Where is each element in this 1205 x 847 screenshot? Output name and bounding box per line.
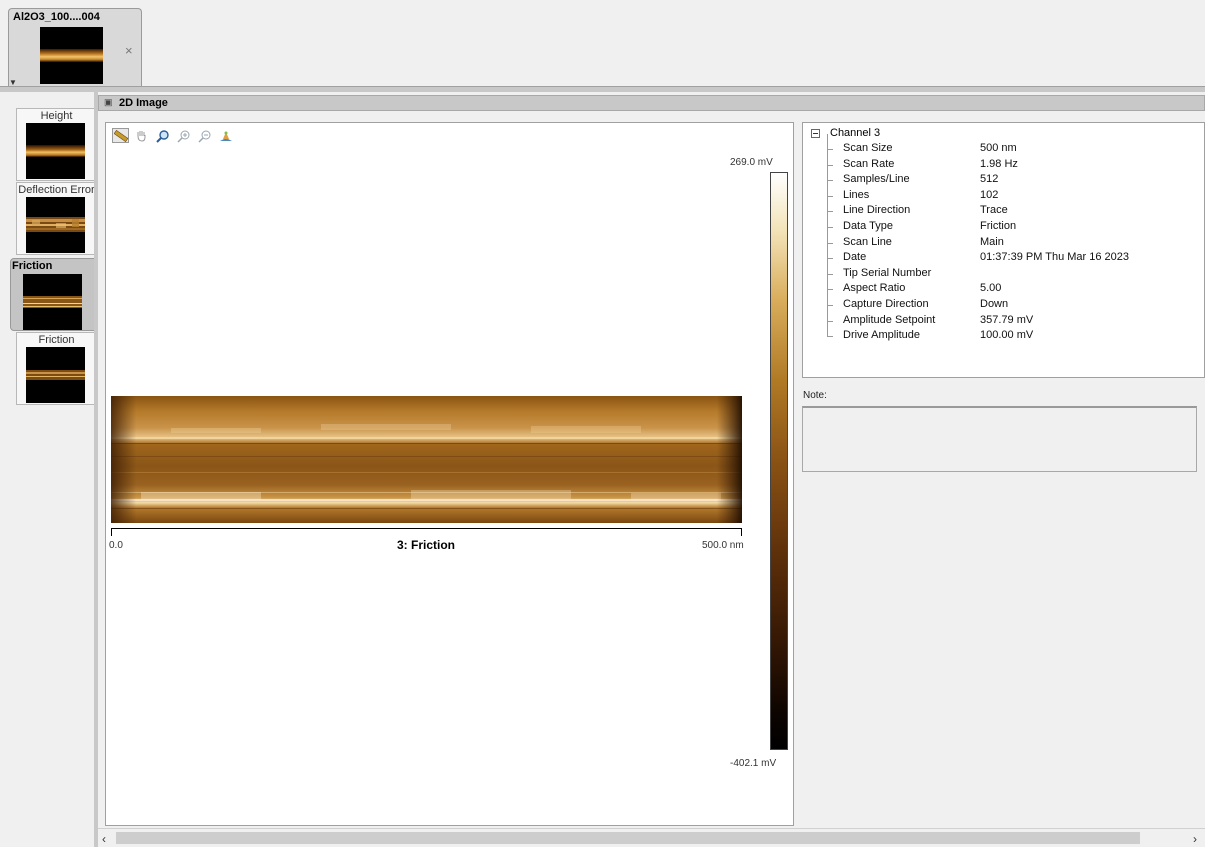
property-value: 512	[980, 173, 999, 186]
channel-thumb-label: Deflection Error	[18, 184, 95, 196]
property-name: Scan Line	[843, 235, 892, 248]
property-value: 1.98 Hz	[980, 157, 1018, 170]
properties-panel: Channel 3 Scan Size 500 nm Scan Rate 1.98 H…	[802, 122, 1205, 378]
channel-thumb-image	[26, 123, 85, 179]
property-name: Line Direction	[843, 204, 911, 217]
tree-connector	[827, 196, 833, 213]
close-tab-icon[interactable]: ×	[125, 43, 133, 58]
file-tab-thumbnail	[40, 27, 103, 84]
tree-connector	[827, 149, 833, 166]
channel-thumbnail-column: Height Deflection Error Friction Frictio…	[0, 92, 96, 847]
property-name: Data Type	[843, 220, 893, 232]
property-name: Samples/Line	[843, 173, 910, 186]
channel-thumb-label: Friction	[38, 334, 75, 346]
tree-connector	[827, 258, 833, 275]
channel-thumb-friction[interactable]: Friction	[16, 332, 96, 405]
tree-connector	[827, 274, 833, 291]
scroll-right-icon[interactable]: ›	[1193, 832, 1197, 846]
image-title: 3: Friction	[396, 538, 455, 552]
property-name: Capture Direction	[843, 298, 929, 310]
tab-dropdown-arrow-icon[interactable]: ▼	[9, 78, 17, 87]
colorbar-min-label: -402.1 mV	[730, 758, 777, 769]
channel-tree-root-label: Channel 3	[830, 127, 881, 139]
channel-thumb-label: Friction	[12, 260, 53, 272]
note-textarea[interactable]	[802, 406, 1197, 472]
zoom-icon[interactable]	[154, 128, 171, 143]
property-value: Trace	[980, 204, 1008, 217]
tree-connector	[827, 227, 833, 244]
channel-thumb-image	[26, 197, 85, 253]
tree-connector	[827, 180, 833, 197]
image-view: 269.0 mV -402.1 mV 0.0 3: Friction 500.0…	[105, 122, 794, 826]
tab-strip-divider	[0, 86, 1205, 92]
scale-max-label: 500.0 nm	[702, 540, 744, 551]
pan-hand-icon[interactable]	[133, 128, 150, 143]
file-tab[interactable]: Al2O3_100....004 ×	[8, 8, 142, 92]
left-column-divider	[94, 92, 98, 847]
channel-thumb-label: Height	[40, 110, 73, 122]
collapse-icon[interactable]	[811, 128, 820, 138]
property-value: 357.79 mV	[980, 313, 1034, 326]
zoom-out-icon[interactable]	[196, 128, 213, 143]
scale-axis	[111, 528, 742, 536]
tree-connector	[827, 165, 833, 182]
property-name: Scan Size	[843, 142, 893, 154]
property-name: Tip Serial Number	[843, 266, 932, 279]
file-tab-title: Al2O3_100....004	[13, 11, 100, 23]
tree-connector	[827, 243, 833, 260]
colorbar	[770, 172, 788, 750]
panel-title: 2D Image	[119, 97, 168, 109]
tree-connector	[827, 321, 833, 338]
property-value: Main	[980, 235, 1004, 248]
property-name: Drive Amplitude	[843, 329, 921, 342]
property-value: 100.00 mV	[980, 329, 1034, 342]
panel-icon: ▣	[104, 97, 113, 107]
property-name: Aspect Ratio	[843, 282, 906, 295]
property-name: Lines	[843, 188, 870, 201]
tree-connector	[827, 134, 833, 150]
tree-connector	[827, 290, 833, 306]
property-value: Friction	[980, 220, 1017, 232]
channel-thumb-image	[23, 274, 82, 330]
file-tab-strip: Al2O3_100....004 × ▼	[0, 0, 1205, 92]
property-value: Down	[980, 298, 1009, 310]
ruler-icon[interactable]	[112, 128, 129, 143]
property-value: 500 nm	[980, 142, 1017, 154]
3d-view-icon[interactable]	[217, 128, 234, 143]
channel-thumb-height[interactable]: Height	[16, 108, 96, 181]
property-value: 5.00	[980, 282, 1002, 295]
property-value: 01:37:39 PM Thu Mar 16 2023	[980, 251, 1130, 264]
channel-tree-root[interactable]: Channel 3	[811, 127, 880, 139]
channel-thumb-image	[26, 347, 85, 403]
tree-connector	[827, 305, 833, 322]
property-name: Date	[843, 251, 867, 264]
property-value: 102	[980, 188, 999, 201]
property-name: Amplitude Setpoint	[843, 313, 936, 326]
scale-min-label: 0.0	[109, 540, 123, 551]
scroll-left-icon[interactable]: ‹	[102, 832, 106, 846]
channel-thumb-deflection-error[interactable]: Deflection Error	[16, 182, 96, 255]
colorbar-max-label: 269.0 mV	[730, 157, 773, 168]
channel-thumb-friction-selected[interactable]: Friction	[10, 258, 96, 331]
horizontal-scrollbar[interactable]: ‹ ›	[98, 828, 1205, 847]
zoom-in-icon[interactable]	[175, 128, 192, 143]
panel-header: ▣ 2D Image	[98, 95, 1205, 111]
scrollbar-thumb[interactable]	[116, 832, 1140, 844]
tree-connector	[827, 212, 833, 228]
afm-friction-image[interactable]	[111, 396, 742, 523]
image-toolbar	[112, 128, 234, 143]
note-label: Note:	[803, 390, 827, 401]
property-name: Scan Rate	[843, 157, 895, 170]
